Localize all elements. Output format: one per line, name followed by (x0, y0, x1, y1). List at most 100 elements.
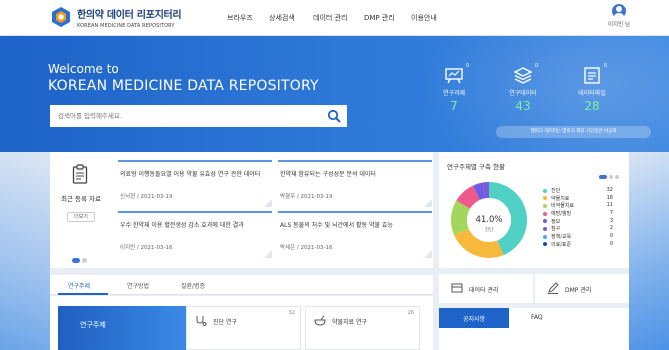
stat-value: 43 (515, 99, 531, 113)
recent-post[interactable]: ALS 동물의 처수 및 뇌간에서 활동 약물 효능 박세은 / 2021-03… (278, 211, 432, 258)
pagination-dot[interactable] (82, 258, 87, 263)
pagination-dot[interactable] (609, 175, 613, 179)
post-meta: 박형우 / 2021-03-19 (280, 194, 333, 200)
post-title: ALS 동물의 처수 및 뇌간에서 활동 약물 효능 (280, 222, 393, 229)
nav-browse[interactable]: 브라우즈 (227, 13, 253, 23)
legend-swatch (543, 219, 547, 224)
post-title: 한약재 함유되는 구성성분 분석 데이터 (280, 171, 376, 178)
stat-label: 연구과제 (442, 90, 466, 97)
hero-section: Welcome to KOREAN MEDICINE DATA REPOSITO… (0, 36, 669, 152)
post-title: 의료형 이행동돌요열 이용 약물 유효성 연구 관한 데이터 (120, 171, 261, 178)
legend-item: 침구 2 (543, 225, 623, 233)
recent-post[interactable]: 한약재 함유되는 구성성분 분석 데이터 박형우 / 2021-03-19 (278, 160, 432, 207)
legend-item: 비약물치료 11 (543, 202, 623, 210)
logo-korean-title: 한의약 데이터 리포지터리 (77, 10, 182, 21)
stat-label: 데이터파일 (578, 90, 606, 97)
stat-badge: 0 (603, 63, 607, 69)
legend-value: 32 (606, 187, 613, 193)
chart-pagination[interactable] (597, 164, 619, 183)
search-input[interactable] (58, 110, 318, 122)
legend-value: 7 (609, 210, 613, 217)
stat-projects[interactable]: 0 연구과제 7 (434, 63, 474, 113)
donut-center-value: 41.0% (475, 215, 502, 225)
quick-dmp-management[interactable]: DMP 관리 (535, 274, 629, 303)
legend-label: 의료/표준 (551, 241, 572, 248)
hero-title: KOREAN MEDICINE DATA REPOSITORY (48, 78, 319, 94)
search-box (50, 105, 347, 127)
legend-item: 진단 32 (543, 187, 623, 195)
legend-value: 18 (606, 194, 613, 201)
avatar (612, 4, 626, 18)
stat-data-files[interactable]: 0 데이터파일 28 (572, 63, 612, 113)
legend-item: 예방/웰빙 7 (543, 210, 623, 218)
legend-label: 비약물치료 (551, 203, 575, 210)
recent-post[interactable]: 우수 한약재 이용 혈전생성 감소 효과에 대한 결과 이지민 / 2021-0… (118, 211, 272, 258)
topic-banner: 연구주제 (58, 306, 188, 350)
legend-label: 진단 (551, 188, 561, 194)
stat-badge: 0 (534, 63, 538, 69)
user-menu[interactable]: 이지민 님 (604, 4, 634, 28)
pagination-dot[interactable] (72, 258, 80, 263)
nav-data-management[interactable]: 데이터 관리 (313, 13, 347, 23)
tab-research-topic[interactable]: 연구주제 (68, 281, 90, 290)
stat-badge: 0 (465, 63, 469, 69)
project-board-icon: 0 (443, 63, 469, 84)
category-tabs: 연구주제 연구방법 질환/병증 (50, 275, 433, 295)
pagination-dot[interactable] (615, 175, 619, 179)
edit-icon (548, 282, 559, 294)
post-meta: 이지민 / 2021-03-16 (120, 245, 173, 251)
clipboard-icon (72, 164, 88, 184)
tab-research-method[interactable]: 연구방법 (127, 281, 149, 290)
recent-pagination[interactable] (72, 248, 89, 267)
quick-data-management[interactable]: 데이터 관리 (439, 274, 533, 303)
legend-value: 11 (606, 202, 613, 209)
pagination-dot[interactable] (599, 175, 607, 179)
recent-side: 최근 등록 자료 더보기 (50, 152, 112, 268)
legend-swatch (543, 211, 547, 216)
nav-dmp-management[interactable]: DMP 관리 (364, 13, 395, 23)
recent-post[interactable]: 의료형 이행동돌요열 이용 약물 유효성 연구 관한 데이터 신서현 / 202… (118, 160, 272, 207)
legend-value: 2 (609, 225, 613, 232)
data-stack-icon: 0 (512, 63, 538, 84)
background-decoration-right (629, 152, 669, 350)
medicine-bowl-icon (314, 315, 326, 326)
category-panel: 연구주제 진단 연구 32 약물치료 연구 26 (50, 296, 433, 350)
tab-faq[interactable]: FAQ (531, 314, 543, 321)
category-drug-therapy[interactable]: 약물치료 연구 26 (305, 306, 420, 350)
embargo-notice: 엠버고 데이터는 엠바고 해당 기간동안 비공개 (496, 126, 651, 138)
stat-value: 7 (450, 99, 458, 113)
tab-disease[interactable]: 질환/병증 (181, 281, 205, 290)
nav-guide[interactable]: 이용안내 (411, 13, 437, 23)
recent-title: 최근 등록 자료 (60, 195, 101, 203)
more-button[interactable]: 더보기 (67, 212, 95, 222)
legend-label: 침구 (551, 226, 561, 233)
donut-chart[interactable]: 41.0% 진단 (447, 178, 531, 262)
legend-value: 0 (609, 233, 613, 240)
chart-legend: 진단 32 약물치료 18 비약물치료 11 예방/웰빙 7 정보 3 침구 2 정책/교육 0 의료/표준… (543, 187, 623, 249)
legend-swatch (543, 188, 547, 193)
legend-label: 정보 (551, 218, 561, 225)
stat-value: 28 (584, 99, 600, 113)
legend-label: 예방/웰빙 (551, 211, 572, 218)
legend-value: 3 (609, 217, 613, 224)
legend-item: 정보 3 (543, 218, 623, 226)
logo-icon[interactable] (50, 6, 72, 28)
legend-swatch (543, 242, 547, 247)
user-name: 이지민 님 (608, 22, 630, 28)
legend-swatch (543, 196, 547, 201)
stat-research-data[interactable]: 0 연구데이터 43 (503, 63, 543, 113)
post-meta: 신서현 / 2021-03-19 (120, 194, 173, 200)
legend-swatch (543, 203, 547, 208)
banner-text: 연구주제 (80, 321, 106, 329)
category-diagnosis[interactable]: 진단 연구 32 (186, 306, 301, 350)
nav-advanced-search[interactable]: 상세검색 (269, 13, 295, 23)
logo-text[interactable]: 한의약 데이터 리포지터리 KOREAN MEDICINE DATA REPOS… (77, 6, 182, 29)
background-decoration-left (0, 152, 50, 350)
notice-board: 공지사항 FAQ (439, 308, 629, 350)
search-icon[interactable] (327, 109, 341, 123)
post-meta: 박세은 / 2021-03-16 (280, 245, 333, 251)
category-count: 32 (288, 310, 295, 316)
legend-swatch (543, 234, 547, 239)
legend-label: 약물치료 (551, 195, 570, 202)
tab-notice[interactable]: 공지사항 (463, 314, 485, 323)
